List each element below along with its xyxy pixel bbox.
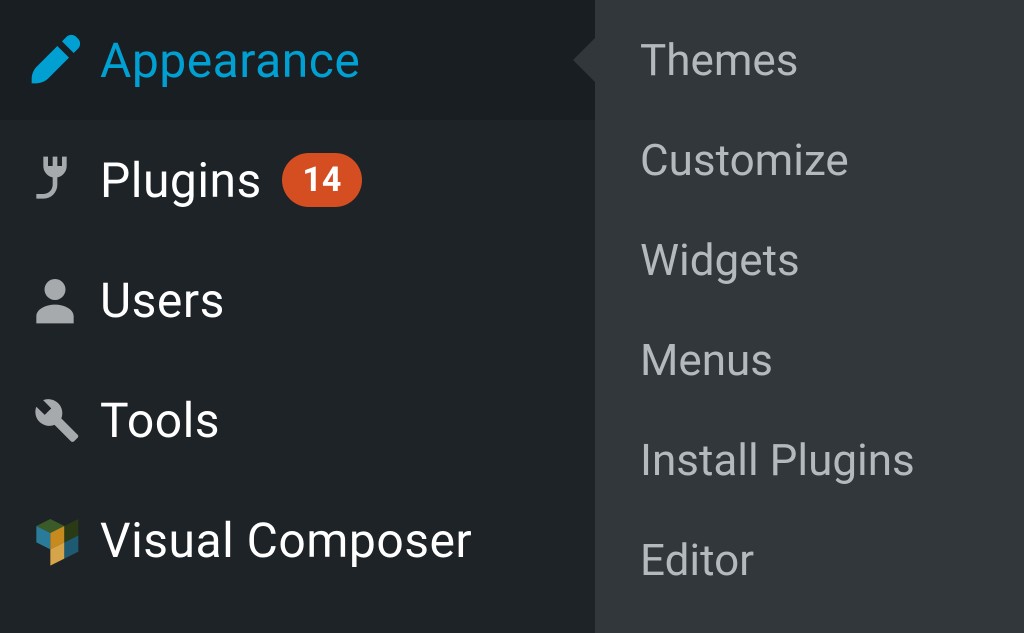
sidebar-item-label: Tools — [100, 392, 220, 449]
submenu-item-label: Widgets — [640, 234, 800, 286]
submenu-item-themes[interactable]: Themes — [640, 10, 1014, 110]
primary-menu: Appearance Plugins 14 Users Tools — [0, 0, 595, 633]
sidebar-item-users[interactable]: Users — [0, 240, 595, 360]
sidebar-item-appearance[interactable]: Appearance — [0, 0, 595, 120]
sidebar-item-tools[interactable]: Tools — [0, 360, 595, 480]
cube-icon — [10, 512, 100, 568]
submenu-item-customize[interactable]: Customize — [640, 110, 1014, 210]
brush-icon — [10, 32, 100, 88]
submenu-item-menus[interactable]: Menus — [640, 310, 1014, 410]
user-icon — [10, 272, 100, 328]
sidebar-item-label: Users — [100, 272, 225, 329]
submenu-item-install-plugins[interactable]: Install Plugins — [640, 410, 1014, 510]
sidebar-item-visual-composer[interactable]: Visual Composer — [0, 480, 595, 600]
sidebar-item-label: Visual Composer — [100, 512, 472, 569]
submenu-item-label: Editor — [640, 534, 754, 586]
submenu-item-editor[interactable]: Editor — [640, 510, 1014, 610]
sidebar-item-label: Plugins — [100, 152, 262, 209]
sidebar-item-plugins[interactable]: Plugins 14 — [0, 120, 595, 240]
plugins-update-badge: 14 — [282, 153, 362, 207]
sidebar-item-label: Appearance — [100, 32, 360, 89]
appearance-submenu: Themes Customize Widgets Menus Install P… — [595, 0, 1024, 633]
plug-icon — [10, 152, 100, 208]
admin-sidebar: Appearance Plugins 14 Users Tools — [0, 0, 1024, 633]
submenu-item-widgets[interactable]: Widgets — [640, 210, 1014, 310]
wrench-icon — [10, 392, 100, 448]
submenu-item-label: Menus — [640, 334, 773, 386]
submenu-item-label: Customize — [640, 134, 849, 186]
submenu-item-label: Install Plugins — [640, 434, 915, 486]
submenu-item-label: Themes — [640, 34, 798, 86]
